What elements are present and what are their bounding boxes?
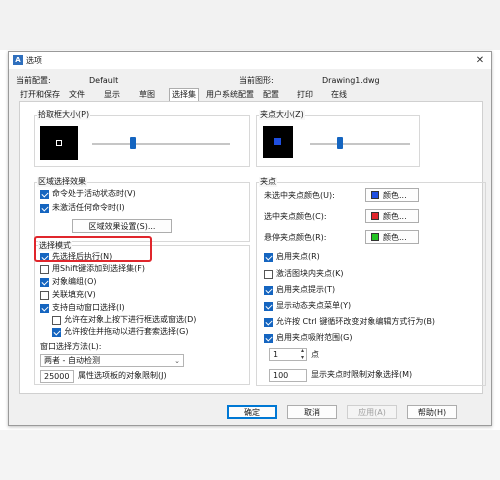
snap-range-unit: 点	[311, 350, 319, 359]
grip-obj-limit-label: 显示夹点时限制对象选择(M)	[311, 370, 413, 379]
current-drawing-value: Drawing1.dwg	[322, 76, 380, 85]
current-profile-value: Default	[89, 76, 119, 85]
region-opt2-checkbox[interactable]	[40, 204, 49, 213]
mode-object-group-label: 对象编组(O)	[52, 277, 97, 286]
apply-button[interactable]: 应用(A)	[347, 405, 397, 419]
unselected-grip-color-label: 未选中夹点颜色(U):	[264, 191, 335, 200]
grip-square-icon	[274, 138, 281, 145]
dynamic-grip-menu-label: 显示动态夹点菜单(Y)	[276, 301, 352, 310]
mode-shift-add-checkbox[interactable]	[40, 265, 49, 274]
chevron-down-icon: ⌄	[174, 357, 180, 365]
selected-grip-color-label: 选中夹点颜色(C):	[264, 212, 327, 221]
selected-color-button-label: 颜色...	[383, 212, 407, 221]
tab-plot[interactable]: 打印	[297, 90, 313, 100]
gripsize-slider-thumb[interactable]	[337, 137, 343, 149]
current-profile-label: 当前配置:	[16, 76, 51, 85]
tab-online[interactable]: 在线	[331, 90, 347, 100]
mode-object-group-checkbox[interactable]	[40, 278, 49, 287]
current-drawing-label: 当前图形:	[239, 76, 274, 85]
unselected-grip-color-button[interactable]: 颜色...	[365, 188, 419, 202]
gripsize-preview	[263, 126, 293, 158]
hover-grip-color-label: 悬停夹点颜色(R):	[264, 233, 327, 242]
background-bottom	[0, 430, 500, 480]
gripsize-title: 夹点大小(Z)	[259, 110, 305, 120]
mode-press-drag-checkbox[interactable]	[52, 316, 61, 325]
mode-implied-window-label: 支持自动窗口选择(I)	[52, 303, 125, 312]
mode-assoc-hatch-label: 关联填充(V)	[52, 290, 96, 299]
window-method-value: 两者 - 自动检测	[44, 356, 100, 365]
tab-user-preferences[interactable]: 用户系统配置	[206, 90, 254, 100]
pickbox-slider-track[interactable]	[92, 143, 230, 145]
window-method-label: 窗口选择方法(L):	[40, 342, 102, 351]
region-opt1-checkbox[interactable]	[40, 190, 49, 199]
dialog-title: 选项	[26, 56, 42, 65]
region-opt1-label: 命令处于活动状态时(V)	[52, 189, 136, 198]
mode-press-drag-label: 允许在对象上按下进行框选或窗选(D)	[64, 315, 197, 324]
enable-grips-label: 启用夹点(R)	[276, 252, 320, 261]
grip-snap-checkbox[interactable]	[264, 334, 273, 343]
region-effect-settings-button[interactable]: 区域效果设置(S)...	[72, 219, 172, 233]
tab-content-panel: 拾取框大小(P) 区域选择效果 命令处于活动状态时(V) 未激活任何命令时(I)…	[19, 101, 486, 394]
block-grips-label: 激活图块内夹点(K)	[276, 269, 344, 278]
tab-drafting[interactable]: 草图	[139, 90, 155, 100]
unselected-color-swatch	[371, 191, 379, 199]
mode-shift-add-label: 用Shift键添加到选择集(F)	[52, 264, 146, 273]
mode-assoc-hatch-checkbox[interactable]	[40, 291, 49, 300]
region-opt2-label: 未激活任何命令时(I)	[52, 203, 125, 212]
block-grips-checkbox[interactable]	[264, 270, 273, 279]
selected-grip-color-button[interactable]: 颜色...	[365, 209, 419, 223]
grip-tips-label: 启用夹点提示(T)	[276, 285, 336, 294]
selected-color-swatch	[371, 212, 379, 220]
app-icon: A	[13, 55, 23, 65]
cancel-button[interactable]: 取消	[287, 405, 337, 419]
grip-tips-checkbox[interactable]	[264, 286, 273, 295]
grips-title: 夹点	[259, 177, 277, 187]
props-limit-label: 属性选项板的对象限制(J)	[78, 371, 167, 380]
help-button[interactable]: 帮助(H)	[407, 405, 457, 419]
highlight-box	[34, 236, 152, 262]
grip-obj-limit-input[interactable]: 100	[269, 369, 307, 382]
background-right	[492, 50, 500, 430]
snap-range-spinner[interactable]: 1 ▴ ▾	[269, 347, 307, 361]
tab-selection[interactable]: 选择集	[169, 88, 199, 101]
spinner-arrows-icon[interactable]: ▴ ▾	[301, 347, 304, 361]
pickbox-preview	[40, 126, 78, 160]
props-limit-input[interactable]: 25000	[40, 370, 74, 383]
grip-snap-label: 启用夹点吸附范围(G)	[276, 333, 353, 342]
ok-button[interactable]: 确定	[227, 405, 277, 419]
hover-color-button-label: 颜色...	[383, 233, 407, 242]
close-icon[interactable]: ✕	[471, 53, 489, 68]
tab-files[interactable]: 文件	[69, 90, 85, 100]
title-bar[interactable]: A 选项 ✕	[9, 52, 491, 69]
tab-profiles[interactable]: 配置	[263, 90, 279, 100]
ctrl-cycle-checkbox[interactable]	[264, 318, 273, 327]
mode-implied-window-checkbox[interactable]	[40, 304, 49, 313]
tab-display[interactable]: 显示	[104, 90, 120, 100]
hover-color-swatch	[371, 233, 379, 241]
pickbox-title: 拾取框大小(P)	[37, 110, 91, 120]
window-method-select[interactable]: 两者 - 自动检测 ⌄	[40, 354, 184, 367]
gripsize-slider-track[interactable]	[310, 143, 410, 145]
mode-lasso-label: 允许按住并拖动以进行套索选择(G)	[64, 327, 189, 336]
pickbox-square-icon	[56, 140, 62, 146]
region-effect-title: 区域选择效果	[37, 177, 87, 187]
hover-grip-color-button[interactable]: 颜色...	[365, 230, 419, 244]
background-top	[0, 0, 500, 50]
enable-grips-checkbox[interactable]	[264, 253, 273, 262]
mode-lasso-checkbox[interactable]	[52, 328, 61, 337]
snap-range-value: 1	[273, 350, 279, 359]
ctrl-cycle-label: 允许按 Ctrl 键循环改变对象编辑方式行为(B)	[276, 317, 436, 326]
options-dialog: A 选项 ✕ 当前配置: Default 当前图形: Drawing1.dwg …	[8, 51, 492, 426]
pickbox-slider-thumb[interactable]	[130, 137, 137, 149]
unselected-color-button-label: 颜色...	[383, 191, 407, 200]
tab-open-save[interactable]: 打开和保存	[20, 90, 60, 100]
dynamic-grip-menu-checkbox[interactable]	[264, 302, 273, 311]
